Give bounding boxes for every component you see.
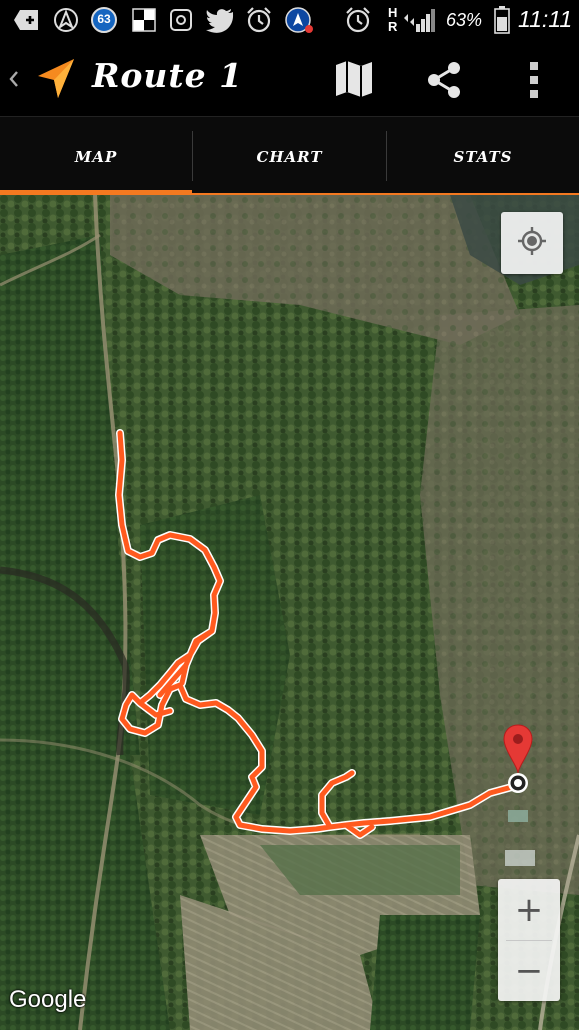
zoom-in-button[interactable]: +: [498, 879, 560, 940]
status-bar: 63 H R 63% 11:11: [0, 0, 579, 40]
screenshot-icon: [168, 6, 194, 34]
tab-chart[interactable]: CHART: [193, 117, 386, 196]
tab-stats[interactable]: STATS: [387, 117, 579, 196]
twitter-icon: [206, 6, 236, 34]
zoom-out-button[interactable]: −: [498, 940, 560, 1001]
map-icon[interactable]: [333, 58, 375, 100]
notification-count: 63: [97, 12, 111, 26]
tab-bar: MAP CHART STATS: [0, 116, 579, 195]
notification-count-icon: 63: [90, 6, 118, 34]
my-location-icon: [516, 225, 548, 261]
battery-icon: [494, 6, 510, 34]
network-type-r: R: [388, 19, 398, 34]
overflow-menu-icon[interactable]: [522, 60, 546, 100]
satellite-map[interactable]: [0, 195, 579, 1030]
page-title: Route 1: [92, 56, 244, 95]
navigation-arrow-icon: [34, 56, 78, 102]
route-track: [0, 195, 579, 1030]
zoom-control: + −: [498, 879, 560, 1001]
app-bar: Route 1: [0, 40, 579, 116]
signal-icon: [402, 6, 436, 34]
share-icon[interactable]: [424, 60, 464, 100]
my-location-button[interactable]: [501, 212, 563, 274]
add-icon: [12, 6, 42, 34]
alarm-icon: [245, 6, 273, 34]
chess-icon: [131, 6, 157, 34]
alarm-icon: [344, 6, 372, 34]
battery-percent: 63%: [446, 10, 483, 30]
navigation-app-icon: [52, 6, 80, 34]
map-pin-icon[interactable]: [500, 723, 536, 801]
network-type-h: H: [388, 5, 398, 20]
chevron-left-icon[interactable]: [4, 64, 24, 94]
tab-map[interactable]: MAP: [0, 117, 192, 196]
clock: 11:11: [518, 6, 573, 32]
google-attribution: Google: [9, 986, 87, 1013]
app-alert-icon: [284, 6, 314, 34]
